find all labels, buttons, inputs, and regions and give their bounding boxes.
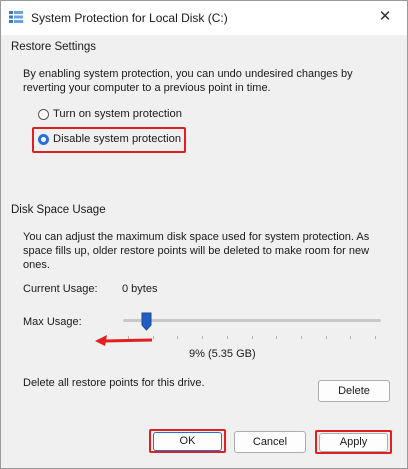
title-bar[interactable]: System Protection for Local Disk (C:) ✕ [1,1,407,35]
delete-button[interactable]: Delete [318,380,390,402]
current-usage-value: 0 bytes [122,283,158,295]
radio-unchecked-icon [38,108,49,120]
max-usage-label: Max Usage: [23,316,82,328]
slider-tick [350,336,352,339]
turn-on-protection-radio[interactable]: Turn on system protection [38,108,182,120]
slider-tick [325,336,327,339]
slider-tick [251,336,253,339]
slider-tick [202,336,204,339]
disk-description-line2: space fills up, older restore points wil… [23,245,370,257]
max-usage-slider-thumb[interactable] [141,312,152,331]
disable-protection-label: Disable system protection [53,133,182,145]
max-usage-slider-track[interactable] [123,319,381,322]
system-protection-icon [9,11,23,23]
disable-protection-radio[interactable]: Disable system protection [38,133,181,145]
ok-button[interactable]: OK [153,432,222,451]
disk-space-heading: Disk Space Usage [11,204,106,216]
restore-description-line1: By enabling system protection, you can u… [23,68,353,80]
window-title: System Protection for Local Disk (C:) [31,11,228,25]
current-usage-label: Current Usage: [23,283,98,295]
slider-tick [375,336,376,339]
close-button[interactable]: ✕ [375,7,395,27]
slider-tick [276,336,278,339]
disk-description-line1: You can adjust the maximum disk space us… [23,231,370,243]
slider-tick [226,336,228,339]
slider-tick [300,336,302,339]
apply-button[interactable]: Apply [319,433,388,452]
slider-tick [177,336,179,339]
red-arrow-icon [95,335,153,346]
disk-description-line3: ones. [23,259,50,271]
max-usage-value: 9% (5.35 GB) [189,348,256,360]
cancel-button[interactable]: Cancel [234,431,306,453]
delete-description: Delete all restore points for this drive… [23,377,205,389]
turn-on-protection-label: Turn on system protection [53,108,182,120]
close-icon: ✕ [378,8,392,25]
restore-settings-heading: Restore Settings [11,41,97,53]
restore-description-line2: reverting your computer to a previous po… [23,82,271,94]
radio-checked-icon [38,133,49,145]
dialog-window: System Protection for Local Disk (C:) ✕ … [0,0,408,469]
